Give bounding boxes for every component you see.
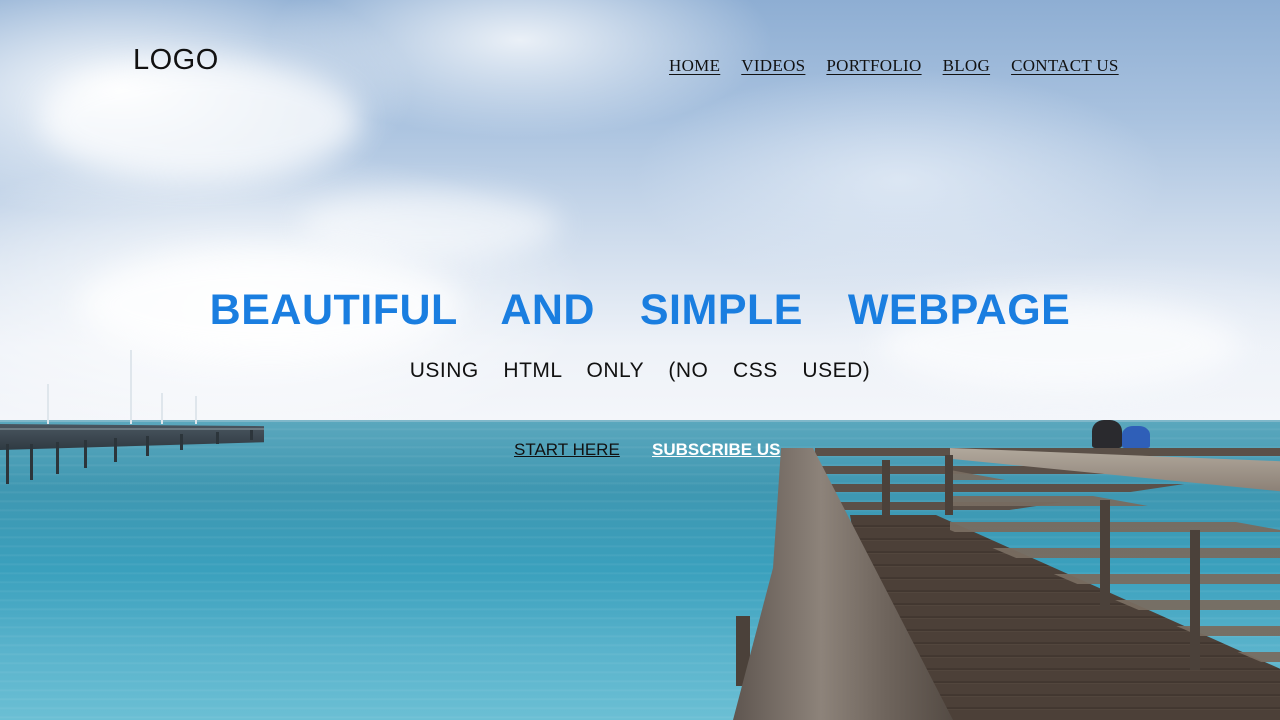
nav-blog[interactable]: BLOG (943, 56, 990, 76)
nav-portfolio[interactable]: PORTFOLIO (826, 56, 921, 76)
dock-post (1190, 530, 1200, 670)
cloud (300, 190, 560, 260)
nav-home[interactable]: HOME (669, 56, 720, 76)
distant-pier (0, 424, 264, 484)
person (1122, 426, 1150, 448)
nav-contact-us[interactable]: CONTACT US (1011, 56, 1119, 76)
hero-title: BEAUTIFUL AND SIMPLE WEBPAGE (209, 286, 1071, 334)
lamp-post (47, 384, 49, 424)
lamp-post (161, 393, 163, 424)
nav-videos[interactable]: VIDEOS (741, 56, 805, 76)
person (1092, 420, 1122, 448)
lamp-post (195, 396, 197, 424)
logo[interactable]: LOGO (133, 44, 219, 77)
subscribe-link[interactable]: SUBSCRIBE US (652, 440, 780, 460)
hero-subtitle: USING HTML ONLY (NO CSS USED) (409, 359, 871, 382)
dock-post (1100, 500, 1110, 610)
site-header: LOGO HOME VIDEOS PORTFOLIO BLOG CONTACT … (0, 0, 1280, 110)
dock-post (882, 460, 890, 516)
start-here-link[interactable]: START HERE (514, 440, 620, 460)
dock-post (945, 455, 953, 515)
main-nav: HOME VIDEOS PORTFOLIO BLOG CONTACT US (669, 56, 1119, 76)
